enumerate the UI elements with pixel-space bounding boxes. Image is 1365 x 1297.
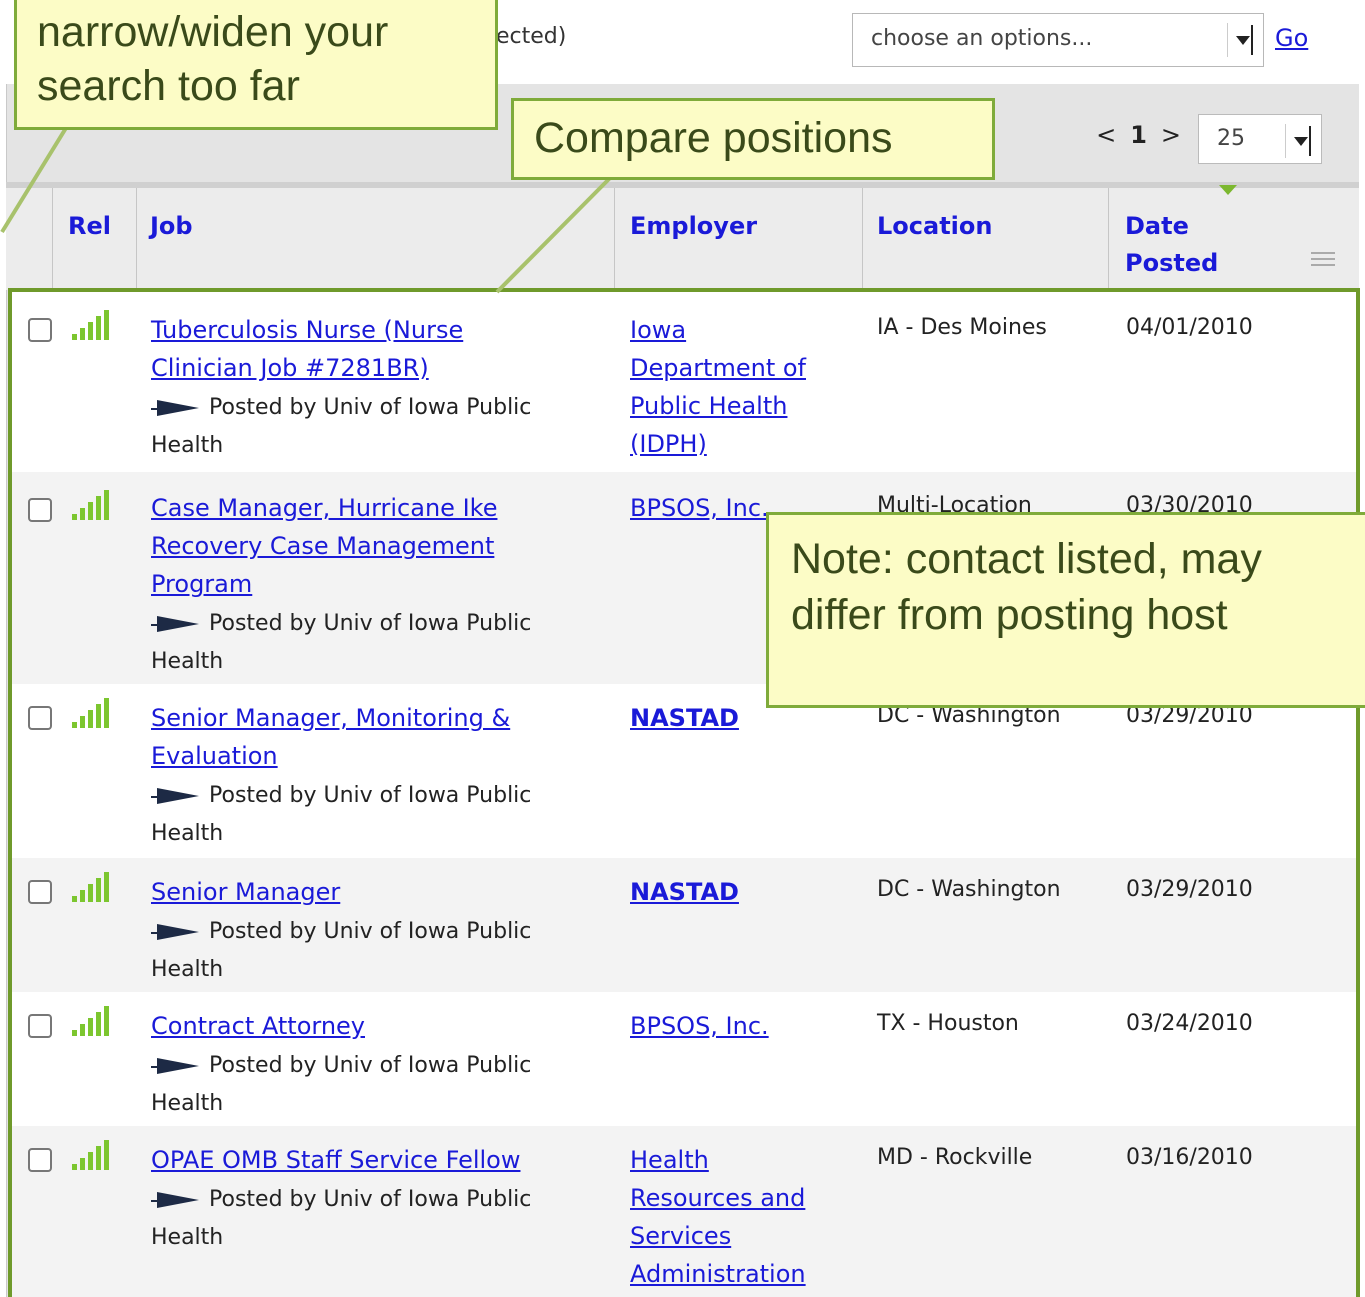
callout-contact-note: Note: contact listed, may differ from po…: [766, 512, 1365, 708]
leader-line-narrow: [0, 126, 68, 234]
callout-narrow-line-1: narrow/widen your: [37, 8, 389, 56]
callout-compare-text: Compare positions: [534, 114, 893, 162]
callout-note-line-2: differ from posting host: [791, 591, 1228, 639]
callout-narrow-line-2: search too far: [37, 62, 300, 110]
callout-compare-positions: Compare positions: [511, 98, 995, 180]
callout-note-line-1: Note: contact listed, may: [791, 535, 1262, 583]
callout-narrow-search: narrow/widen your search too far: [14, 0, 498, 130]
leader-line-compare: [495, 176, 612, 294]
